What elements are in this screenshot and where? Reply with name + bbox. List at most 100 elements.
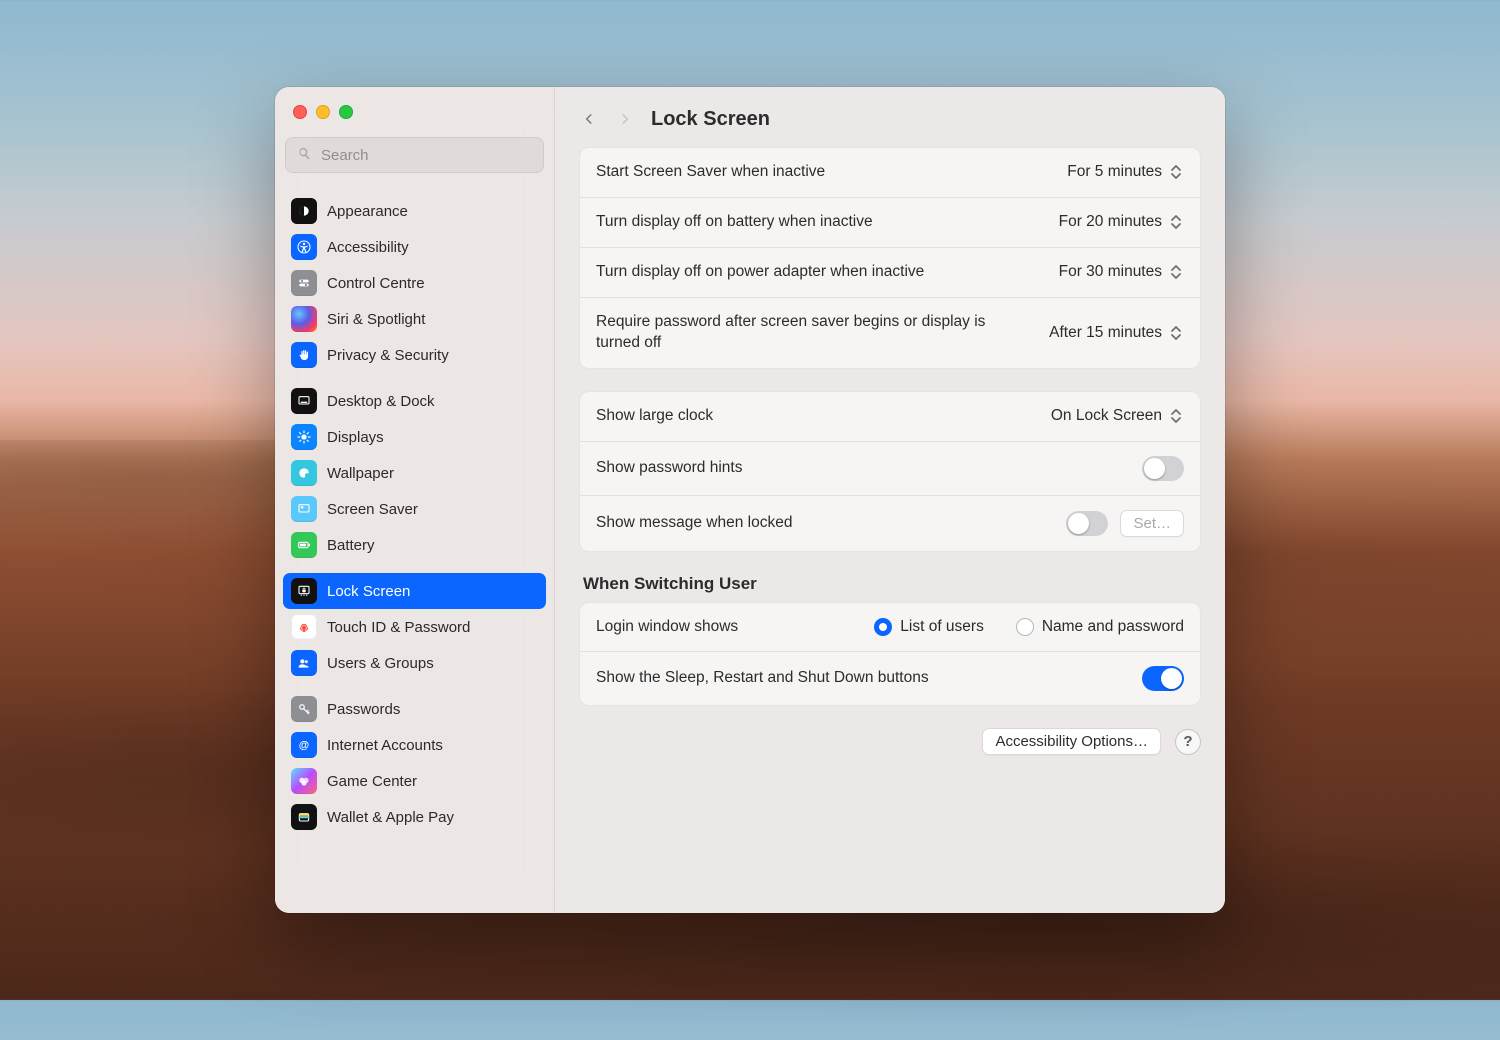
sidebar-item-label: Privacy & Security (327, 347, 449, 364)
minimize-icon[interactable] (316, 105, 330, 119)
sidebar-item-label: Displays (327, 429, 384, 446)
sidebar-item-control-centre[interactable]: Control Centre (283, 265, 546, 301)
display-off-power-label: Turn display off on power adapter when i… (596, 262, 924, 283)
touch-id-icon (291, 614, 317, 640)
sidebar-item-battery[interactable]: Battery (283, 527, 546, 563)
key-icon (291, 696, 317, 722)
sidebar-item-label: Game Center (327, 773, 417, 790)
sidebar-item-internet-accounts[interactable]: @ Internet Accounts (283, 727, 546, 763)
sidebar-item-label: Accessibility (327, 239, 409, 256)
sidebar-item-siri-spotlight[interactable]: Siri & Spotlight (283, 301, 546, 337)
wallet-icon (291, 804, 317, 830)
radio-list-of-users[interactable]: List of users (874, 618, 984, 636)
sidebar-item-label: Passwords (327, 701, 400, 718)
screen-saver-icon (291, 496, 317, 522)
display-off-power-popup[interactable]: For 30 minutes (1059, 262, 1184, 282)
display-off-battery-popup[interactable]: For 20 minutes (1059, 212, 1184, 232)
sidebar-item-desktop-dock[interactable]: Desktop & Dock (283, 383, 546, 419)
popup-value: For 30 minutes (1059, 263, 1162, 281)
appearance-icon (291, 198, 317, 224)
sidebar-item-touch-id-password[interactable]: Touch ID & Password (283, 609, 546, 645)
screensaver-when-inactive-popup[interactable]: For 5 minutes (1067, 162, 1184, 182)
sidebar-item-label: Siri & Spotlight (327, 311, 425, 328)
sidebar-item-screen-saver[interactable]: Screen Saver (283, 491, 546, 527)
popup-value: After 15 minutes (1049, 324, 1162, 342)
sidebar-item-label: Control Centre (327, 275, 425, 292)
window-controls (275, 87, 554, 137)
login-window-shows-label: Login window shows (596, 617, 738, 638)
sidebar-item-label: Lock Screen (327, 583, 410, 600)
settings-group-timers: Start Screen Saver when inactive For 5 m… (579, 147, 1201, 369)
forward-button[interactable] (615, 105, 635, 133)
help-button[interactable]: ? (1175, 729, 1201, 755)
screensaver-when-inactive-label: Start Screen Saver when inactive (596, 162, 825, 183)
chevron-up-down-icon (1168, 323, 1184, 343)
sidebar-item-label: Battery (327, 537, 375, 554)
sidebar-item-privacy-security[interactable]: Privacy & Security (283, 337, 546, 373)
show-password-hints-toggle[interactable] (1142, 456, 1184, 481)
sidebar-item-label: Appearance (327, 203, 408, 220)
accessibility-options-button[interactable]: Accessibility Options… (982, 728, 1161, 755)
sidebar-nav: Appearance Accessibility Control Centre … (275, 183, 554, 913)
battery-icon (291, 532, 317, 558)
radio-label: List of users (900, 618, 984, 636)
popup-value: For 20 minutes (1059, 213, 1162, 231)
accessibility-icon (291, 234, 317, 260)
radio-label: Name and password (1042, 618, 1184, 636)
sidebar-item-label: Wallpaper (327, 465, 394, 482)
radio-indicator-icon (874, 618, 892, 636)
search-field[interactable] (285, 137, 544, 173)
sidebar-item-label: Screen Saver (327, 501, 418, 518)
show-sleep-restart-shutdown-toggle[interactable] (1142, 666, 1184, 691)
content-pane: Lock Screen Start Screen Saver when inac… (555, 87, 1225, 913)
show-message-locked-toggle[interactable] (1066, 511, 1108, 536)
sidebar: Appearance Accessibility Control Centre … (275, 87, 555, 913)
content-header: Lock Screen (555, 87, 1225, 143)
chevron-up-down-icon (1168, 262, 1184, 282)
sidebar-item-label: Users & Groups (327, 655, 434, 672)
radio-indicator-icon (1016, 618, 1034, 636)
sidebar-item-label: Internet Accounts (327, 737, 443, 754)
sidebar-item-wallet-apple-pay[interactable]: Wallet & Apple Pay (283, 799, 546, 835)
page-title: Lock Screen (651, 108, 770, 131)
sidebar-item-lock-screen[interactable]: Lock Screen (283, 573, 546, 609)
popup-value: On Lock Screen (1051, 407, 1162, 425)
sidebar-item-appearance[interactable]: Appearance (283, 193, 546, 229)
desktop-dock-icon (291, 388, 317, 414)
sidebar-item-game-center[interactable]: Game Center (283, 763, 546, 799)
sidebar-item-displays[interactable]: Displays (283, 419, 546, 455)
show-message-locked-label: Show message when locked (596, 513, 792, 534)
footer-actions: Accessibility Options… ? (579, 728, 1201, 755)
sidebar-item-label: Wallet & Apple Pay (327, 809, 454, 826)
zoom-icon[interactable] (339, 105, 353, 119)
wallpaper-icon (291, 460, 317, 486)
close-icon[interactable] (293, 105, 307, 119)
require-password-label: Require password after screen saver begi… (596, 312, 1016, 354)
siri-icon (291, 306, 317, 332)
when-switching-user-heading: When Switching User (583, 574, 1197, 594)
sidebar-item-passwords[interactable]: Passwords (283, 691, 546, 727)
show-large-clock-popup[interactable]: On Lock Screen (1051, 406, 1184, 426)
set-lock-message-button[interactable]: Set… (1120, 510, 1184, 537)
settings-group-display: Show large clock On Lock Screen Show pas… (579, 391, 1201, 552)
system-settings-window: Appearance Accessibility Control Centre … (275, 87, 1225, 913)
search-icon (296, 145, 313, 166)
sidebar-item-users-groups[interactable]: Users & Groups (283, 645, 546, 681)
popup-value: For 5 minutes (1067, 163, 1162, 181)
sidebar-item-label: Touch ID & Password (327, 619, 470, 636)
login-window-shows-options: List of users Name and password (874, 618, 1184, 636)
require-password-popup[interactable]: After 15 minutes (1049, 323, 1184, 343)
hand-icon (291, 342, 317, 368)
back-button[interactable] (579, 105, 599, 133)
search-input[interactable] (321, 147, 533, 164)
radio-name-and-password[interactable]: Name and password (1016, 618, 1184, 636)
game-center-icon (291, 768, 317, 794)
control-centre-icon (291, 270, 317, 296)
search-wrap (275, 137, 554, 183)
sidebar-item-wallpaper[interactable]: Wallpaper (283, 455, 546, 491)
show-large-clock-label: Show large clock (596, 406, 713, 427)
sidebar-item-accessibility[interactable]: Accessibility (283, 229, 546, 265)
sidebar-item-label: Desktop & Dock (327, 393, 435, 410)
svg-text:@: @ (299, 739, 309, 751)
chevron-up-down-icon (1168, 406, 1184, 426)
